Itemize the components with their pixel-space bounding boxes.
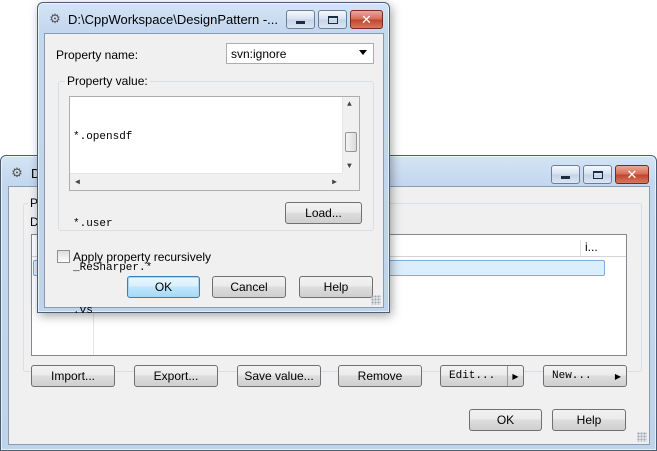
load-button[interactable]: Load... (285, 202, 362, 224)
dialog-maximize-button[interactable] (318, 10, 347, 29)
edit-dropdown-arrow-icon[interactable]: ▶ (507, 366, 523, 386)
property-name-combo[interactable]: svn:ignore (226, 43, 374, 64)
main-ok-button[interactable]: OK (469, 409, 542, 431)
property-name-label: Property name: (56, 48, 139, 62)
dialog-help-button[interactable]: Help (299, 276, 373, 298)
horizontal-scrollbar[interactable]: ◀ ▶ (70, 173, 342, 190)
property-value-textarea[interactable]: *.opensdf ipch *.user _ReSharper.* .vs ▲… (69, 96, 360, 317)
property-dialog: ⚙ D:\CppWorkspace\DesignPattern -... ✕ P… (37, 2, 390, 317)
chevron-down-icon (359, 50, 367, 55)
save-value-button-label: Save value... (244, 369, 314, 383)
property-name-value: svn:ignore (231, 46, 287, 61)
dialog-titlebar[interactable]: ⚙ D:\CppWorkspace\DesignPattern -... ✕ (38, 3, 389, 31)
edit-button-label: Edit... (449, 370, 496, 382)
maximize-icon (592, 170, 603, 179)
import-button-label: Import... (50, 369, 95, 383)
maximize-button[interactable] (583, 165, 612, 184)
minimize-button[interactable] (551, 165, 580, 184)
resize-grip-icon[interactable] (371, 295, 381, 305)
close-button[interactable]: ✕ (615, 165, 649, 184)
apply-recursively-label[interactable]: Apply property recursively (73, 250, 211, 264)
dialog-close-button[interactable]: ✕ (350, 10, 383, 29)
scroll-right-icon[interactable]: ▶ (332, 177, 337, 187)
edit-button[interactable]: Edit... ▶ (440, 365, 524, 387)
scroll-left-icon[interactable]: ◀ (75, 177, 80, 187)
vertical-scrollbar[interactable]: ▲ ▼ (342, 97, 359, 173)
scroll-up-icon[interactable]: ▲ (347, 100, 352, 109)
dialog-cancel-button-label: Cancel (230, 280, 268, 294)
main-help-button-label: Help (576, 413, 602, 427)
minimize-icon (296, 21, 305, 24)
maximize-icon (327, 15, 338, 24)
save-value-button[interactable]: Save value... (237, 365, 321, 387)
scroll-down-icon[interactable]: ▼ (347, 162, 352, 171)
dialog-client: Property name: svn:ignore Property value… (44, 33, 384, 317)
property-value-lines: *.opensdf ipch *.user _ReSharper.* .vs (73, 101, 152, 348)
new-button[interactable]: New... ▶ (543, 365, 627, 387)
property-value-line: *.opensdf (73, 131, 133, 143)
remove-button-label: Remove (357, 369, 403, 383)
load-button-label: Load... (305, 206, 342, 220)
tortoise-app-icon: ⚙ (49, 11, 61, 26)
dialog-ok-button[interactable]: OK (127, 276, 200, 298)
minimize-icon (561, 176, 570, 179)
dialog-title: D:\CppWorkspace\DesignPattern -... (68, 12, 279, 27)
main-ok-button-label: OK (496, 413, 515, 427)
dialog-minimize-button[interactable] (286, 10, 315, 29)
export-button-label: Export... (153, 369, 199, 383)
property-value-label: Property value: (65, 74, 150, 88)
dialog-cancel-button[interactable]: Cancel (212, 276, 286, 298)
remove-button[interactable]: Remove (338, 365, 422, 387)
export-button[interactable]: Export... (134, 365, 218, 387)
scrollbar-corner (342, 173, 359, 190)
main-help-button[interactable]: Help (552, 409, 626, 431)
new-dropdown-arrow-icon[interactable]: ▶ (610, 366, 626, 386)
property-value-line: .vs (73, 305, 93, 317)
close-icon: ✕ (626, 167, 638, 182)
resize-grip-icon[interactable] (637, 432, 647, 442)
property-value-line: *.user (73, 218, 113, 230)
close-icon: ✕ (361, 12, 372, 27)
apply-recursively-checkbox[interactable] (57, 250, 70, 263)
import-button[interactable]: Import... (31, 365, 115, 387)
list-column-header[interactable]: i... (580, 240, 627, 256)
dialog-ok-button-label: OK (154, 280, 173, 294)
new-button-label: New... (552, 370, 592, 382)
dialog-help-button-label: Help (323, 280, 349, 294)
scrollbar-thumb[interactable] (345, 132, 357, 152)
tortoise-app-icon: ⚙ (11, 165, 23, 180)
